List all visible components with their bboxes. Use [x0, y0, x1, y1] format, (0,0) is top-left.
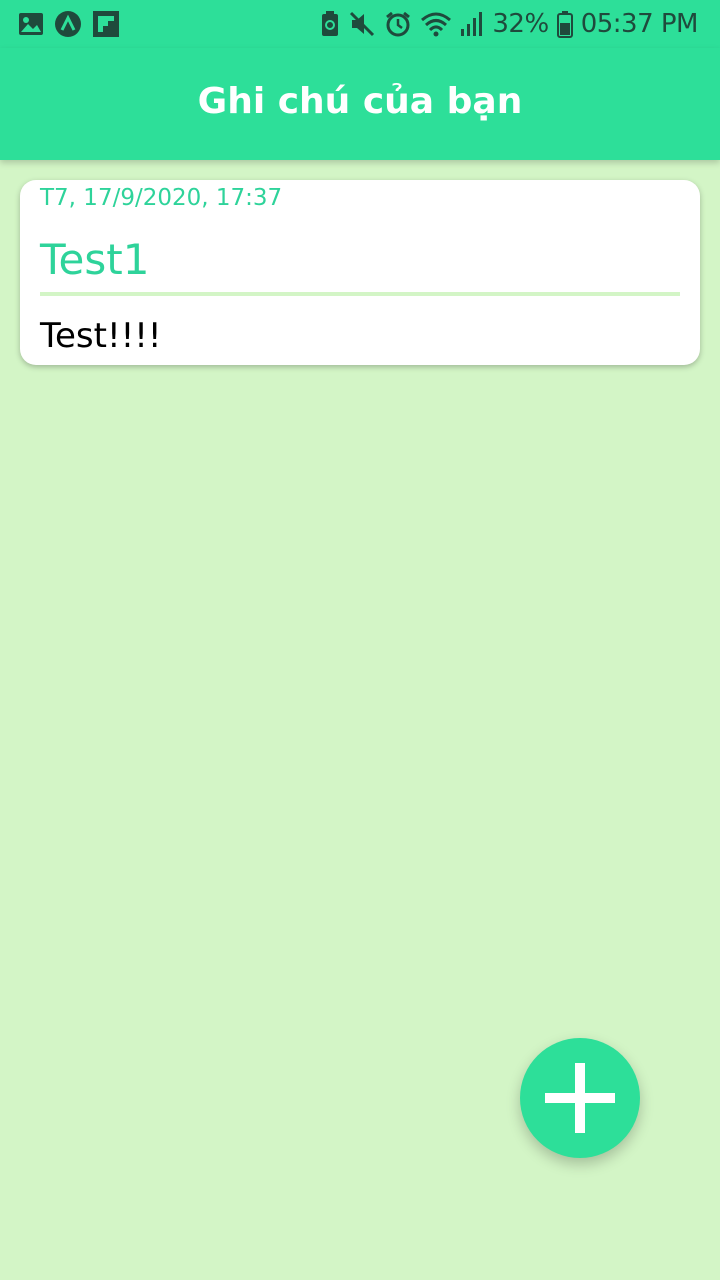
app-bar: Ghi chú của bạn	[0, 48, 720, 160]
status-bar-left	[18, 10, 120, 38]
signal-icon	[460, 11, 484, 37]
plus-icon	[545, 1063, 615, 1133]
note-card[interactable]: T7, 17/9/2020, 17:37 Test1 Test!!!!	[20, 180, 700, 365]
battery-percent: 32%	[492, 9, 549, 39]
clock: 05:37 PM	[580, 9, 699, 39]
note-list: T7, 17/9/2020, 17:37 Test1 Test!!!!	[20, 180, 700, 365]
alarm-icon	[384, 10, 412, 38]
note-date: T7, 17/9/2020, 17:37	[40, 185, 283, 211]
note-title: Test1	[40, 235, 150, 284]
wifi-icon	[420, 10, 452, 38]
note-divider	[40, 292, 680, 296]
flipboard-icon	[92, 10, 120, 38]
mute-icon	[348, 10, 376, 38]
add-note-button[interactable]	[520, 1038, 640, 1158]
status-bar: 32% 05:37 PM	[0, 0, 720, 48]
note-body: Test!!!!	[40, 316, 162, 356]
status-bar-right: 32% 05:37 PM	[320, 9, 699, 39]
battery-saver-icon	[320, 10, 340, 38]
gallery-icon	[18, 11, 44, 37]
page-title: Ghi chú của bạn	[197, 80, 523, 122]
battery-icon	[556, 10, 573, 38]
app-a-icon	[54, 10, 82, 38]
